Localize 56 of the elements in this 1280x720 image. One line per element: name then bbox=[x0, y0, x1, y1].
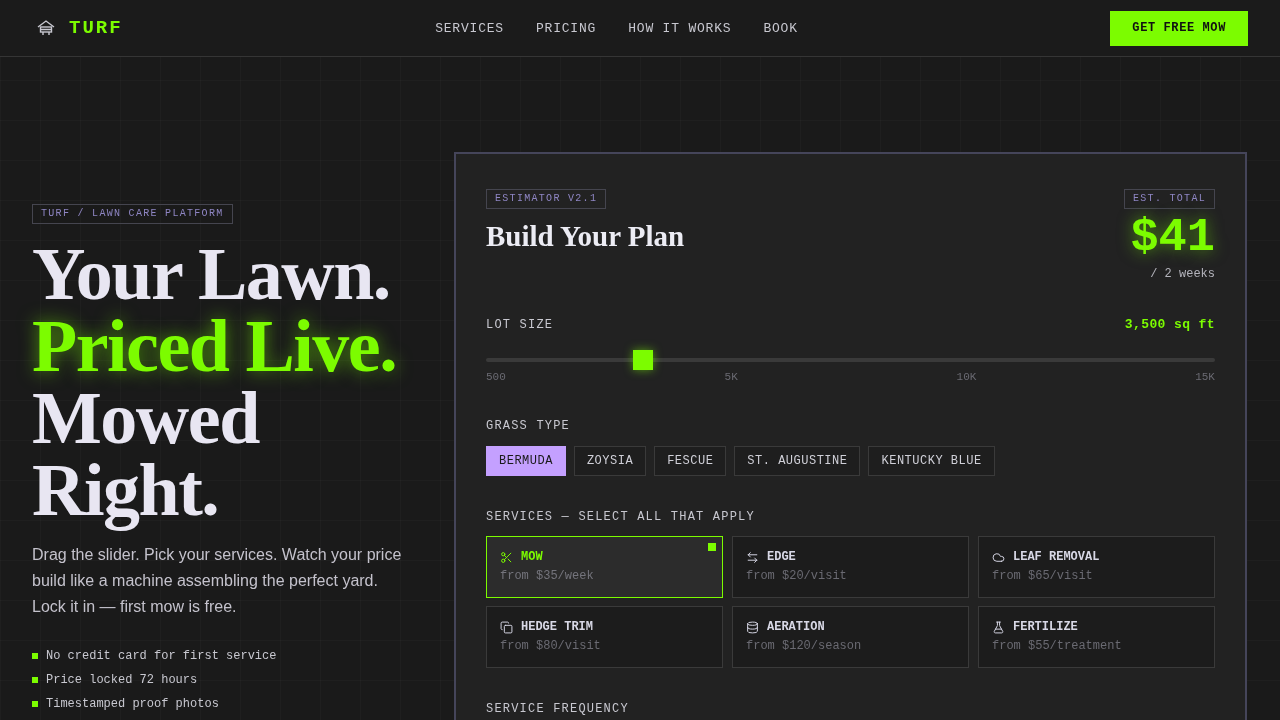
section-label: SERVICE FREQUENCY bbox=[486, 702, 630, 716]
bullet-icon bbox=[32, 653, 38, 659]
service-card[interactable]: LEAF REMOVAL from $65/visit bbox=[978, 536, 1215, 598]
nav-link[interactable]: HOW IT WORKS bbox=[628, 20, 732, 36]
database-icon bbox=[746, 620, 759, 634]
bullet-text: Timestamped proof photos bbox=[46, 697, 219, 711]
scissors-icon bbox=[500, 550, 513, 564]
grass-type-option[interactable]: ST. AUGUSTINE bbox=[734, 446, 861, 476]
grass-type-option[interactable]: ZOYSIA bbox=[573, 446, 647, 476]
bullet-icon bbox=[32, 701, 38, 707]
price-text: from $55/treatment bbox=[992, 639, 1122, 653]
grass-type-option[interactable]: KENTUCKY BLUE bbox=[868, 446, 995, 476]
tick-label: 500 bbox=[486, 371, 506, 383]
marker-icon bbox=[708, 543, 716, 551]
nav-link[interactable]: BOOK bbox=[763, 20, 798, 36]
headline-text: Your Lawn. bbox=[32, 238, 391, 310]
grass-type-option[interactable]: BERMUDA bbox=[486, 446, 566, 476]
tick-label: 10K bbox=[956, 371, 977, 383]
service-card[interactable]: FERTILIZE from $55/treatment bbox=[978, 606, 1215, 668]
cloud-icon bbox=[992, 550, 1005, 564]
house-icon bbox=[37, 20, 55, 36]
copy-icon bbox=[500, 620, 513, 634]
bullet-icon bbox=[32, 677, 38, 683]
total-price: $41 bbox=[1130, 211, 1215, 265]
price-text: from $80/visit bbox=[500, 639, 601, 653]
tick-label: 5K bbox=[724, 371, 738, 383]
slider-thumb[interactable] bbox=[632, 350, 653, 370]
version-tag: ESTIMATOR V2.1 bbox=[486, 189, 607, 209]
price-text: from $65/visit bbox=[992, 569, 1093, 583]
lot-size-reading: 3,500 sq ft bbox=[1124, 317, 1215, 332]
arrows-icon bbox=[746, 550, 759, 564]
grass-type-option[interactable]: FESCUE bbox=[654, 446, 727, 476]
period-text: / 2 weeks bbox=[1150, 267, 1215, 281]
estimator-title: Build Your Plan bbox=[486, 219, 685, 253]
section-label: LOT SIZE bbox=[486, 317, 554, 332]
bullet-text: Price locked 72 hours bbox=[46, 673, 198, 687]
headline-text: Mowed Right. bbox=[32, 382, 261, 533]
nav-link[interactable]: PRICING bbox=[535, 20, 597, 36]
headline-text: Priced Live. bbox=[32, 310, 398, 382]
flask-icon bbox=[992, 620, 1005, 634]
service-card[interactable]: AERATION from $120/season bbox=[732, 606, 969, 668]
platform-tag: TURF / LAWN CARE PLATFORM bbox=[32, 204, 233, 224]
price-text: from $20/visit bbox=[746, 569, 847, 583]
price-text: from $120/season bbox=[746, 639, 862, 653]
tick-label: 15K bbox=[1195, 371, 1215, 383]
section-label: SERVICES — SELECT ALL THAT APPLY bbox=[486, 510, 756, 524]
section-label: GRASS TYPE bbox=[486, 419, 571, 433]
price-text: from $35/week bbox=[500, 569, 594, 583]
logo-text[interactable]: TURF bbox=[69, 17, 123, 39]
service-card[interactable]: HEDGE TRIM from $80/visit bbox=[486, 606, 723, 668]
service-card[interactable]: MOW from $35/week bbox=[486, 536, 723, 598]
nav-link[interactable]: SERVICES bbox=[435, 20, 504, 36]
cta-button[interactable]: GET FREE MOW bbox=[1110, 10, 1248, 46]
hero-description: Drag the slider. Pick your services. Watch your price build like a machine assembling the perfect yard. Lock it in — first mow is free. bbox=[32, 545, 403, 617]
service-card[interactable]: EDGE from $20/visit bbox=[732, 536, 969, 598]
bullet-text: No credit card for first service bbox=[46, 649, 277, 663]
